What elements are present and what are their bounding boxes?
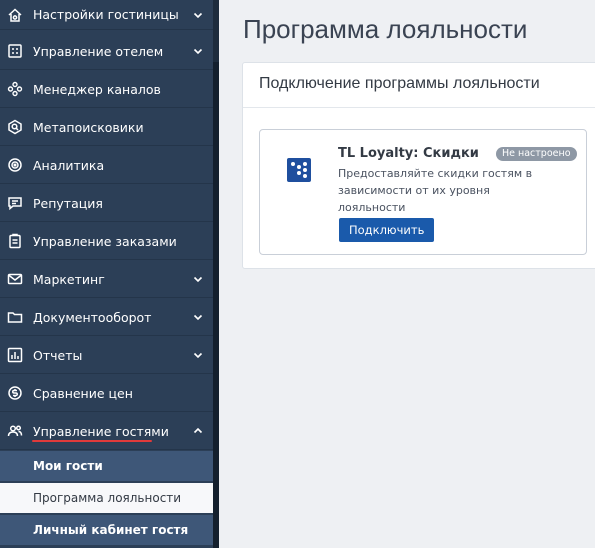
folder-icon	[7, 309, 23, 325]
sidebar-subitem-label: Мои гости	[33, 459, 103, 473]
sidebar-item-label: Настройки гостиницы	[33, 7, 179, 22]
sidebar-item-label: Документооборот	[33, 309, 152, 325]
sidebar-item-hotel-management[interactable]: Управление отелем	[0, 33, 213, 70]
sidebar-item-hotel-settings[interactable]: Настройки гостиницы	[0, 0, 213, 30]
metasearch-icon	[7, 119, 23, 135]
sidebar-item-label: Метапоисковики	[33, 119, 144, 135]
sidebar-subitem-label: Личный кабинет гостя	[33, 523, 189, 537]
chevron-down-icon	[193, 46, 203, 56]
card-description: Предоставляйте скидки гостям в зависимос…	[338, 167, 533, 214]
chevron-up-icon	[193, 426, 203, 436]
sidebar-item-metasearch[interactable]: Метапоисковики	[0, 109, 213, 146]
sidebar-item-order-management[interactable]: Управление заказами	[0, 223, 213, 260]
home-gear-icon	[7, 7, 23, 23]
chevron-down-icon	[193, 312, 203, 322]
price-compare-icon	[7, 385, 23, 401]
chevron-down-icon	[193, 10, 203, 20]
sidebar-item-guest-management[interactable]: Управление гостями	[0, 413, 213, 450]
mail-icon	[7, 271, 23, 287]
bar-chart-icon	[7, 347, 23, 363]
divider	[243, 107, 595, 108]
page-title: Программа лояльности	[243, 14, 528, 44]
sidebar-subitem-my-guests[interactable]: Мои гости	[0, 451, 213, 481]
hotel-grid-icon	[7, 43, 23, 59]
connect-button[interactable]: Подключить	[339, 218, 435, 242]
chevron-down-icon	[193, 350, 203, 360]
sidebar-item-label: Репутация	[33, 195, 103, 211]
chevron-down-icon	[193, 274, 203, 284]
sidebar-item-label: Управление отелем	[33, 43, 164, 59]
sidebar-item-label: Сравнение цен	[33, 385, 133, 401]
channels-hexagon-icon	[7, 81, 23, 97]
panel-title: Подключение программы лояльности	[259, 75, 540, 92]
highlight-underline	[32, 440, 152, 442]
card-title: TL Loyalty: Скидки	[338, 146, 479, 161]
sidebar-item-label: Управление гостями	[33, 423, 169, 439]
reputation-chat-icon	[7, 195, 23, 211]
sidebar-item-document-flow[interactable]: Документооборот	[0, 299, 213, 336]
analytics-target-icon	[7, 157, 23, 173]
sidebar-subitem-guest-account[interactable]: Личный кабинет гостя	[0, 515, 213, 545]
sidebar-item-channel-manager[interactable]: Менеджер каналов	[0, 71, 213, 108]
sidebar-subitem-loyalty-program[interactable]: Программа лояльности	[0, 483, 213, 513]
sidebar-item-label: Управление заказами	[33, 233, 177, 249]
sidebar-subitem-label: Программа лояльности	[33, 491, 182, 505]
dice-logo-icon	[287, 158, 311, 182]
sidebar-item-label: Маркетинг	[33, 271, 105, 287]
sidebar-item-reports[interactable]: Отчеты	[0, 337, 213, 374]
sidebar-item-label: Аналитика	[33, 157, 105, 173]
sidebar: Настройки гостиницы Управление отелем Ме…	[0, 0, 219, 548]
sidebar-item-analytics[interactable]: Аналитика	[0, 147, 213, 184]
sidebar-item-price-comparison[interactable]: Сравнение цен	[0, 375, 213, 412]
main-content: Программа лояльности Подключение програм…	[219, 0, 595, 548]
sidebar-item-label: Отчеты	[33, 347, 83, 363]
loyalty-card: TL Loyalty: Скидки Не настроено Предоста…	[259, 129, 587, 255]
loyalty-connection-panel: Подключение программы лояльности TL Loya…	[242, 62, 595, 269]
sidebar-item-marketing[interactable]: Маркетинг	[0, 261, 213, 298]
orders-clipboard-icon	[7, 233, 23, 249]
sidebar-item-label: Менеджер каналов	[33, 81, 161, 97]
sidebar-item-reputation[interactable]: Репутация	[0, 185, 213, 222]
status-badge: Не настроено	[496, 147, 577, 161]
guests-icon	[7, 423, 23, 439]
